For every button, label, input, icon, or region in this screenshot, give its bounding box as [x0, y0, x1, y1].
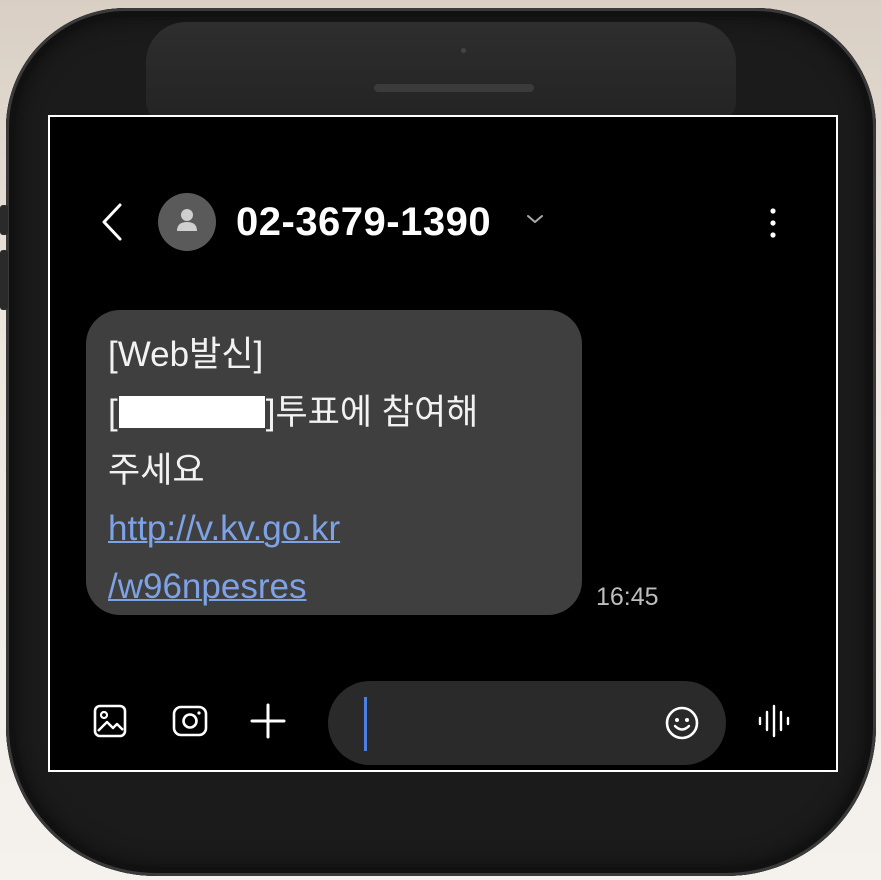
- message-timestamp: 16:45: [596, 583, 659, 611]
- gallery-icon[interactable]: [90, 701, 130, 741]
- back-icon[interactable]: [94, 199, 134, 245]
- person-icon: [177, 209, 197, 231]
- message-line: [ ]투표에 참여해: [108, 384, 560, 442]
- earpiece-speaker: [374, 84, 534, 92]
- message-link[interactable]: http://v.kv.go.kr: [108, 500, 560, 558]
- more-vertical-icon[interactable]: [768, 203, 778, 243]
- redaction-box: [118, 396, 265, 428]
- plus-icon[interactable]: [248, 701, 288, 741]
- message-composer: [50, 677, 836, 767]
- message-line: [Web발신]: [108, 335, 264, 374]
- side-button: [0, 205, 8, 235]
- emoji-icon[interactable]: [664, 705, 700, 741]
- message-line: 주세요: [108, 451, 205, 490]
- text-cursor: [364, 697, 367, 751]
- conversation-header: 02-3679-1390: [50, 187, 836, 257]
- message-link[interactable]: /w96npesres: [108, 558, 560, 616]
- message-bubble[interactable]: [Web발신] []투표에 참여해 주세요 http://v.kv.go.kr …: [86, 310, 582, 615]
- camera-icon[interactable]: [170, 701, 210, 741]
- front-camera: [461, 48, 466, 53]
- avatar[interactable]: [158, 193, 216, 251]
- side-button: [0, 250, 8, 310]
- messages-screen: 02-3679-1390 [Web발신] [ ]투표에 참여해 주세요 http:…: [48, 115, 838, 772]
- chevron-down-icon[interactable]: [526, 213, 544, 225]
- phone-top-bezel: [146, 22, 736, 122]
- message-input[interactable]: [328, 681, 726, 765]
- voice-wave-icon[interactable]: [754, 701, 794, 741]
- message-text: ]투표에 참여해: [265, 393, 479, 432]
- contact-name[interactable]: 02-3679-1390: [236, 193, 491, 251]
- message-text: [: [108, 393, 118, 432]
